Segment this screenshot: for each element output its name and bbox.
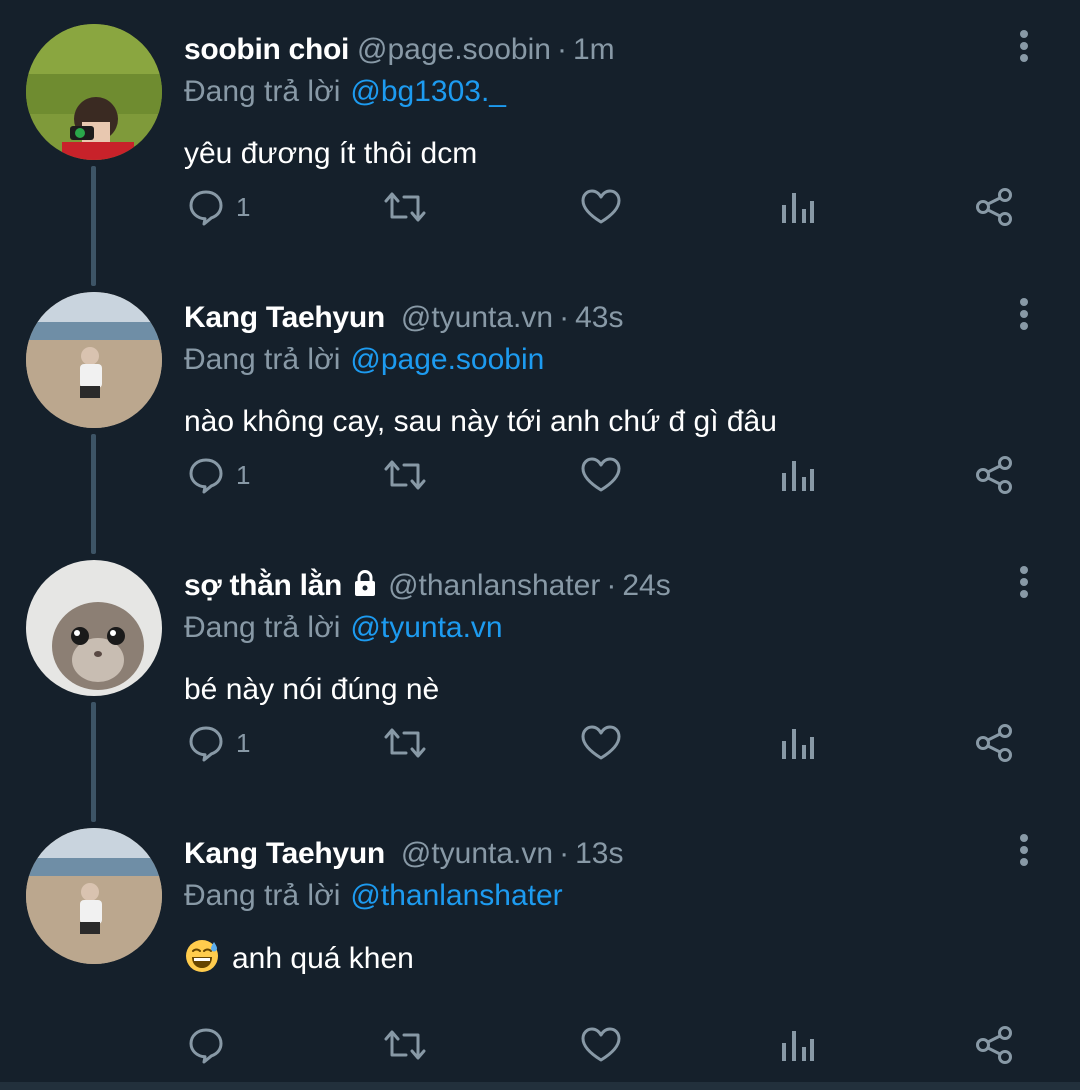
- retweet-icon: [384, 728, 426, 758]
- analytics-button[interactable]: [780, 450, 816, 500]
- replying-to-line: Đang trả lời @tyunta.vn: [184, 608, 503, 648]
- tweet-header: sợ thằn lằn @thanlanshater · 24s: [184, 566, 671, 606]
- more-options-icon[interactable]: [1006, 282, 1042, 346]
- share-button[interactable]: [974, 718, 1016, 768]
- tweet-header: soobin choi @page.soobin · 1m: [184, 30, 615, 70]
- timestamp[interactable]: 13s: [575, 837, 623, 870]
- retweet-icon: [384, 192, 426, 222]
- analytics-button[interactable]: [780, 1020, 816, 1070]
- share-icon: [976, 1026, 1012, 1064]
- reply-button[interactable]: [186, 1020, 236, 1070]
- retweet-button[interactable]: [382, 1020, 428, 1070]
- tweet-actions: [0, 1020, 1080, 1070]
- analytics-icon: [782, 193, 814, 223]
- share-icon: [976, 456, 1012, 494]
- reply-icon: [189, 726, 223, 762]
- timestamp[interactable]: 24s: [622, 569, 670, 602]
- like-button[interactable]: [580, 1020, 622, 1070]
- reply-button[interactable]: 1: [186, 450, 250, 500]
- bottom-divider: [0, 1082, 1080, 1090]
- tweet-header: Kang Taehyun @tyunta.vn · 13s: [184, 834, 623, 874]
- replying-to-label: Đang trả lời: [184, 75, 341, 108]
- timestamp[interactable]: 43s: [575, 301, 623, 334]
- username[interactable]: @thanlanshater: [388, 569, 600, 602]
- replying-to-line: Đang trả lời @page.soobin: [184, 340, 544, 380]
- tweet-text: yêu đương ít thôi dcm: [184, 137, 478, 170]
- heart-icon: [581, 725, 621, 760]
- username[interactable]: @page.soobin: [357, 33, 551, 66]
- share-button[interactable]: [974, 182, 1016, 232]
- heart-icon: [581, 1027, 621, 1062]
- tweet[interactable]: Kang Taehyun @tyunta.vn · 13s Đang trả lời @…: [0, 804, 1080, 1072]
- tweet-actions: 1: [0, 182, 1080, 232]
- separator: ·: [559, 837, 570, 870]
- tweet-text: bé này nói đúng nè: [184, 673, 440, 706]
- grinning-sweat-emoji-icon: [184, 938, 220, 985]
- display-name[interactable]: Kang Taehyun: [184, 301, 385, 334]
- username[interactable]: @tyunta.vn: [401, 301, 553, 334]
- share-icon: [976, 188, 1012, 226]
- tweet-header: Kang Taehyun @tyunta.vn · 43s: [184, 298, 623, 338]
- separator: ·: [606, 569, 617, 602]
- analytics-icon: [782, 1031, 814, 1061]
- share-icon: [976, 724, 1012, 762]
- reply-count: 1: [236, 727, 251, 758]
- mention-link[interactable]: @page.soobin: [350, 343, 544, 376]
- tweet[interactable]: sợ thằn lằn @thanlanshater · 24s Đang trả l…: [0, 536, 1080, 822]
- retweet-icon: [384, 1030, 426, 1060]
- mention-link[interactable]: @thanlanshater: [350, 879, 562, 912]
- avatar[interactable]: [26, 560, 162, 696]
- display-name[interactable]: soobin choi: [184, 33, 349, 66]
- tweet-text-content: anh quá khen: [232, 942, 414, 975]
- like-button[interactable]: [580, 182, 622, 232]
- tweet[interactable]: soobin choi @page.soobin · 1m Đang trả lời @…: [0, 0, 1080, 286]
- replying-to-line: Đang trả lời @bg1303._: [184, 72, 506, 112]
- analytics-icon: [782, 729, 814, 759]
- tweet-text: nào không cay, sau này tới anh chứ đ gì …: [184, 405, 777, 438]
- tweet-actions: 1: [0, 718, 1080, 768]
- display-name[interactable]: sợ thằn lằn: [184, 569, 342, 602]
- analytics-icon: [782, 461, 814, 491]
- retweet-icon: [384, 460, 426, 490]
- more-options-icon[interactable]: [1006, 14, 1042, 78]
- username[interactable]: @tyunta.vn: [401, 837, 553, 870]
- mention-link[interactable]: @tyunta.vn: [350, 611, 502, 644]
- retweet-button[interactable]: [382, 718, 428, 768]
- avatar[interactable]: [26, 292, 162, 428]
- more-options-icon[interactable]: [1006, 550, 1042, 614]
- share-button[interactable]: [974, 450, 1016, 500]
- tweet[interactable]: Kang Taehyun @tyunta.vn · 43s Đang trả lời @…: [0, 268, 1080, 554]
- replying-to-label: Đang trả lời: [184, 343, 341, 376]
- protected-lock-icon: [350, 568, 380, 609]
- tweet-text: anh quá khen: [184, 938, 414, 985]
- like-button[interactable]: [580, 450, 622, 500]
- reply-icon: [189, 1028, 223, 1064]
- tweet-actions: 1: [0, 450, 1080, 500]
- reply-count: 1: [236, 459, 251, 490]
- reply-button[interactable]: 1: [186, 182, 250, 232]
- mention-link[interactable]: @bg1303._: [350, 75, 506, 108]
- like-button[interactable]: [580, 718, 622, 768]
- analytics-button[interactable]: [780, 182, 816, 232]
- replying-to-label: Đang trả lời: [184, 611, 341, 644]
- separator: ·: [559, 301, 570, 334]
- heart-icon: [581, 189, 621, 224]
- share-button[interactable]: [974, 1020, 1016, 1070]
- more-options-icon[interactable]: [1006, 818, 1042, 882]
- analytics-button[interactable]: [780, 718, 816, 768]
- reply-icon: [189, 458, 223, 494]
- replying-to-label: Đang trả lời: [184, 879, 341, 912]
- separator: ·: [556, 33, 567, 66]
- reply-button[interactable]: 1: [186, 718, 250, 768]
- heart-icon: [581, 457, 621, 492]
- replying-to-line: Đang trả lời @thanlanshater: [184, 876, 563, 916]
- retweet-button[interactable]: [382, 450, 428, 500]
- reply-count: 1: [236, 191, 251, 222]
- retweet-button[interactable]: [382, 182, 428, 232]
- reply-icon: [189, 190, 223, 226]
- display-name[interactable]: Kang Taehyun: [184, 837, 385, 870]
- timestamp[interactable]: 1m: [573, 33, 615, 66]
- avatar[interactable]: [26, 24, 162, 160]
- avatar[interactable]: [26, 828, 162, 964]
